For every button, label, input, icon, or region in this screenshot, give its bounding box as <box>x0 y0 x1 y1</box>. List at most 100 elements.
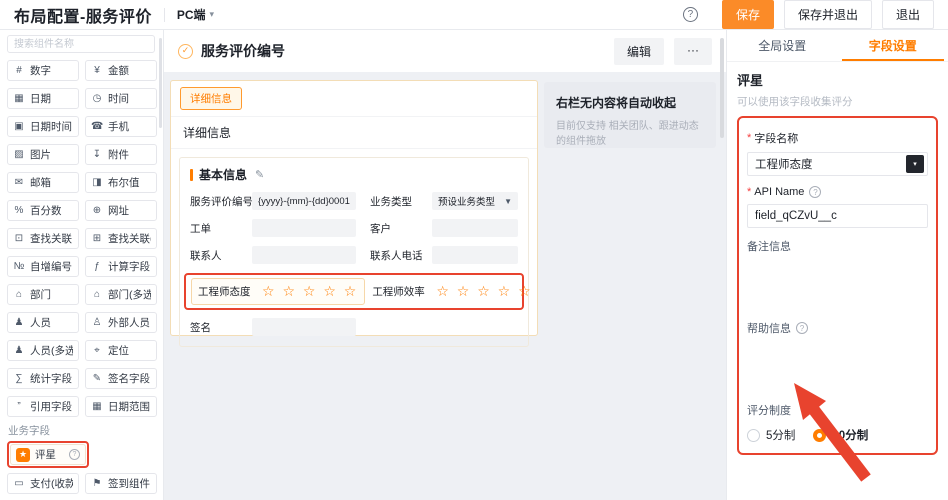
star-fields-highlight-box: 工程师态度 ☆ ☆ ☆ ☆ ☆ 工程师效率 ☆ ☆ ☆ ☆ ☆ <box>184 273 524 310</box>
more-button[interactable]: ··· <box>674 38 712 65</box>
field-item-lookup[interactable]: ⊡查找关联 <box>7 228 79 249</box>
field-item-checkin[interactable]: ⚑签到组件 <box>85 473 157 494</box>
field-name-input[interactable] <box>755 158 906 170</box>
form-row: 联系人 联系人电话 <box>190 246 518 264</box>
location-icon: ⌖ <box>91 345 103 356</box>
field-label: 签名 <box>190 320 252 335</box>
field-item-location[interactable]: ⌖定位 <box>85 340 157 361</box>
api-name-input[interactable] <box>755 210 927 222</box>
field-name-input-wrap: ▾ <box>747 152 928 176</box>
field-item-phone[interactable]: ☎手机 <box>85 116 157 137</box>
section-title: 详细信息 <box>171 117 537 149</box>
field-item-signature[interactable]: ✎签名字段 <box>85 368 157 389</box>
drop-hint-title: 右栏无内容将自动收起 <box>556 94 704 111</box>
group-title: 基本信息 <box>199 166 247 183</box>
formula-icon: ƒ <box>91 261 103 272</box>
tab-field-settings[interactable]: 字段设置 <box>838 30 948 61</box>
save-and-exit-button[interactable]: 保存并退出 <box>784 0 872 29</box>
image-icon: ▨ <box>13 149 25 160</box>
lookup-multi-icon: ⊞ <box>91 233 103 244</box>
contact-field[interactable] <box>252 246 356 264</box>
field-label: 联系人电话 <box>370 248 432 263</box>
field-item-statistic[interactable]: ∑统计字段 <box>7 368 79 389</box>
field-item-member-multi[interactable]: ♟人员(多选) <box>7 340 79 361</box>
field-item-time[interactable]: ◷时间 <box>85 88 157 109</box>
field-item-date-range[interactable]: ▦日期范围 <box>85 396 157 417</box>
api-name-input-wrap <box>747 204 928 228</box>
exit-button[interactable]: 退出 <box>882 0 934 29</box>
field-label: 服务评价编号 <box>190 194 252 209</box>
field-item-department-multi[interactable]: ⌂部门(多选) <box>85 284 157 305</box>
field-item-member[interactable]: ♟人员 <box>7 312 79 333</box>
field-item-percent[interactable]: %百分数 <box>7 200 79 221</box>
field-item-lookup-multi[interactable]: ⊞查找关联(多... <box>85 228 157 249</box>
edit-pencil-icon[interactable]: ✎ <box>255 168 264 181</box>
star-rating-widget[interactable]: ☆ ☆ ☆ ☆ ☆ <box>436 283 532 300</box>
star-rating-highlight-box: ★ 评星 ? <box>7 441 89 468</box>
field-item-formula[interactable]: ƒ计算字段 <box>85 256 157 277</box>
help-icon[interactable]: ? <box>809 186 821 198</box>
search-input[interactable] <box>7 35 155 53</box>
field-item-date[interactable]: ▦日期 <box>7 88 79 109</box>
field-item-image[interactable]: ▨图片 <box>7 144 79 165</box>
translate-dropdown-button[interactable]: ▾ <box>906 155 924 173</box>
percent-icon: % <box>13 205 25 216</box>
radio-icon[interactable] <box>747 429 760 442</box>
engineer-attitude-field[interactable]: 工程师态度 ☆ ☆ ☆ ☆ ☆ <box>191 278 365 305</box>
basic-info-group[interactable]: 基本信息 ✎ 服务评价编号 {yyyy}-{mm}-{dd}0001 业务类型 … <box>179 157 529 347</box>
field-item-reference[interactable]: ”引用字段 <box>7 396 79 417</box>
tab-global-settings[interactable]: 全局设置 <box>727 30 838 61</box>
help-icon[interactable]: ? <box>796 322 808 334</box>
field-type-title: 评星 <box>737 70 938 89</box>
remark-textarea[interactable] <box>747 254 928 310</box>
field-item-datetime[interactable]: ▣日期时间 <box>7 116 79 137</box>
device-label: PC端 <box>177 6 206 23</box>
star-rating-widget[interactable]: ☆ ☆ ☆ ☆ ☆ <box>262 283 358 300</box>
help-icon[interactable]: ? <box>69 449 80 460</box>
top-bar: 布局配置-服务评价 PC端 ▾ ? 保存 保存并退出 退出 <box>0 0 948 30</box>
required-mark: * <box>747 132 751 144</box>
calendar-time-icon: ▣ <box>13 121 25 132</box>
device-selector[interactable]: PC端 ▾ <box>177 6 214 23</box>
field-label: 工单 <box>190 221 252 236</box>
quote-icon: ” <box>13 401 25 412</box>
field-item-attachment[interactable]: ↧附件 <box>85 144 157 165</box>
payment-card-icon: ▭ <box>13 478 25 489</box>
field-item-auto-number[interactable]: №自增编号 <box>7 256 79 277</box>
engineer-efficiency-field[interactable]: 工程师效率 ☆ ☆ ☆ ☆ ☆ <box>365 278 539 305</box>
caret-down-icon: ▼ <box>504 197 512 206</box>
signature-icon: ✎ <box>91 373 103 384</box>
field-label: 工程师态度 <box>198 284 258 299</box>
serial-number-field[interactable]: {yyyy}-{mm}-{dd}0001 <box>252 192 356 210</box>
customer-field[interactable] <box>432 219 518 237</box>
field-item-department[interactable]: ⌂部门 <box>7 284 79 305</box>
work-order-field[interactable] <box>252 219 356 237</box>
page-title: 布局配置-服务评价 <box>14 3 152 27</box>
attachment-icon: ↧ <box>91 149 103 160</box>
number-icon: # <box>13 65 25 76</box>
chevron-down-icon: ▾ <box>210 9 215 20</box>
form-check-icon: ✓ <box>178 44 193 59</box>
field-item-url[interactable]: ⊕网址 <box>85 200 157 221</box>
help-icon[interactable]: ? <box>683 7 698 22</box>
field-item-boolean[interactable]: ◨布尔值 <box>85 172 157 193</box>
tab-detail-info[interactable]: 详细信息 <box>180 87 242 110</box>
field-item-external-member[interactable]: ♙外部人员 <box>85 312 157 333</box>
canvas-scrollbar[interactable] <box>720 38 724 138</box>
save-button[interactable]: 保存 <box>722 0 774 29</box>
field-item-star-rating[interactable]: ★ 评星 ? <box>10 444 86 465</box>
business-type-select[interactable]: 预设业务类型 ▼ <box>432 192 518 210</box>
signature-field[interactable] <box>252 318 356 336</box>
edit-button[interactable]: 编辑 <box>614 38 664 65</box>
field-item-number[interactable]: #数字 <box>7 60 79 81</box>
star-icon: ★ <box>16 448 30 462</box>
help-info-label: 帮助信息 <box>747 320 791 336</box>
field-item-amount[interactable]: ¥金额 <box>85 60 157 81</box>
field-grid: #数字 ¥金额 ▦日期 ◷时间 ▣日期时间 ☎手机 ▨图片 ↧附件 ✉邮箱 ◨布… <box>7 60 157 417</box>
field-name-label: 字段名称 <box>754 130 798 146</box>
field-item-payment[interactable]: ▭支付(收款)... <box>7 473 79 494</box>
contact-phone-field[interactable] <box>432 246 518 264</box>
app-root: 布局配置-服务评价 PC端 ▾ ? 保存 保存并退出 退出 #数字 ¥金额 ▦日… <box>0 0 948 500</box>
sidebar-scrollbar[interactable] <box>159 38 162 128</box>
field-item-email[interactable]: ✉邮箱 <box>7 172 79 193</box>
